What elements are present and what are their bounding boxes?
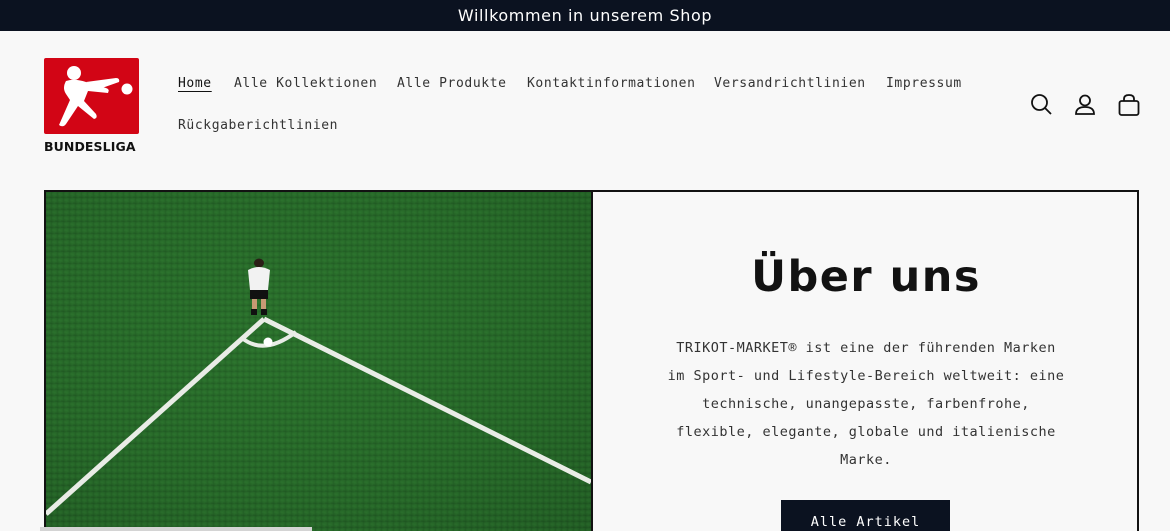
nav-impressum[interactable]: Impressum bbox=[886, 76, 962, 91]
nav-kontaktinformationen[interactable]: Kontaktinformationen bbox=[527, 76, 696, 91]
nav-alle-kollektionen[interactable]: Alle Kollektionen bbox=[234, 76, 377, 91]
announcement-bar: Willkommen in unserem Shop bbox=[0, 0, 1170, 31]
about-content: Über uns TRIKOT-MARKET® ist eine der füh… bbox=[593, 192, 1139, 531]
announcement-text: Willkommen in unserem Shop bbox=[457, 6, 713, 25]
hero-image bbox=[46, 192, 591, 531]
nav-home[interactable]: Home bbox=[178, 76, 212, 91]
account-icon[interactable] bbox=[1072, 92, 1098, 118]
bundesliga-logo[interactable]: BUNDESLIGA bbox=[44, 58, 140, 182]
about-title: Über uns bbox=[751, 252, 981, 302]
about-section: Über uns TRIKOT-MARKET® ist eine der füh… bbox=[44, 190, 1139, 531]
slider-progress bbox=[40, 527, 312, 531]
cart-icon[interactable] bbox=[1116, 92, 1142, 118]
bundesliga-wordmark: BUNDESLIGA bbox=[44, 139, 136, 154]
nav-rueckgaberichtlinien[interactable]: Rückgaberichtlinien bbox=[178, 118, 338, 133]
player-silhouette-icon bbox=[59, 66, 133, 127]
alle-artikel-button[interactable]: Alle Artikel bbox=[781, 500, 950, 531]
bundesliga-logo-mark bbox=[44, 58, 139, 134]
search-icon[interactable] bbox=[1029, 92, 1055, 118]
nav-alle-produkte[interactable]: Alle Produkte bbox=[397, 76, 507, 91]
about-description: TRIKOT-MARKET® ist eine der führenden Ma… bbox=[667, 340, 1065, 468]
nav-versandrichtlinien[interactable]: Versandrichtlinien bbox=[714, 76, 866, 91]
site-header: BUNDESLIGA Home Alle Kollektionen Alle P… bbox=[0, 31, 1170, 171]
